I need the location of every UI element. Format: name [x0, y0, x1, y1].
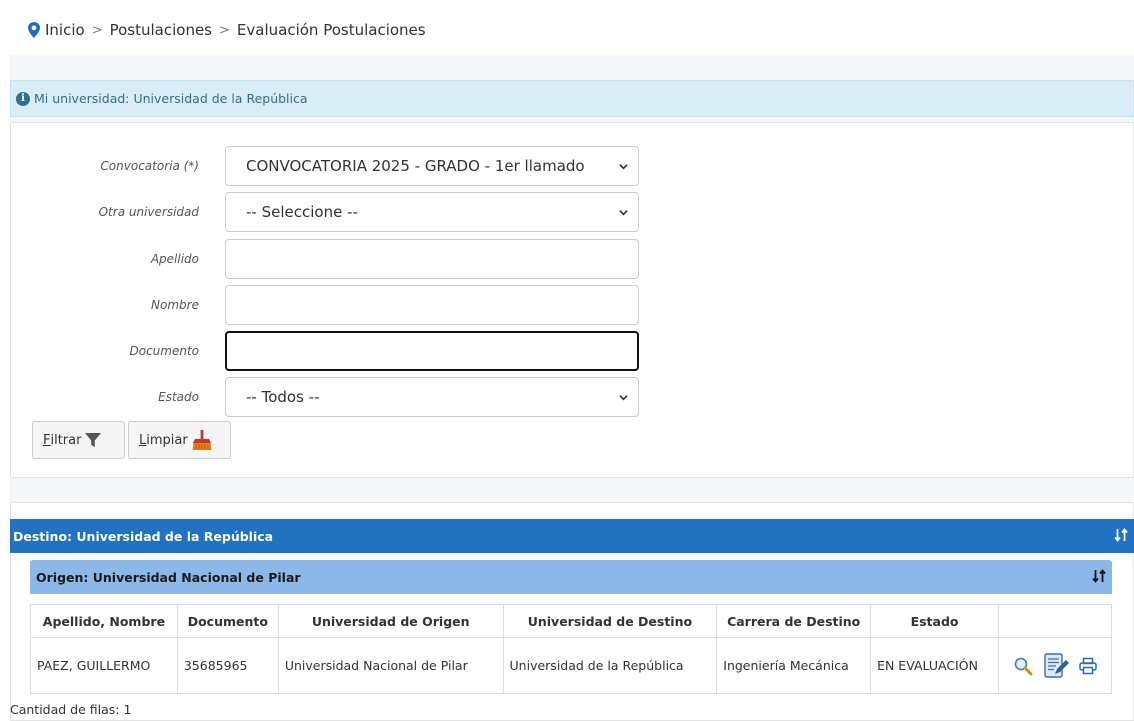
sort-icon[interactable] — [1092, 568, 1106, 584]
document-edit-icon[interactable] — [1043, 652, 1069, 679]
cell-apellido-nombre: PAEZ, GUILLERMO — [30, 637, 178, 694]
destino-title: Destino: Universidad de la República — [13, 528, 274, 544]
breadcrumb: Inicio > Postulaciones > Evaluación Post… — [10, 5, 1134, 55]
limpiar-button[interactable]: Limpiar — [128, 421, 231, 459]
postulaciones-table: Apellido, Nombre Documento Universidad d… — [30, 604, 1113, 694]
label-documento: Documento — [129, 344, 199, 358]
convocatoria-value: CONVOCATORIA 2025 - GRADO - 1er llamado — [246, 157, 585, 175]
chevron-down-icon — [619, 395, 628, 401]
breadcrumb-postulaciones[interactable]: Postulaciones — [110, 21, 212, 39]
col-universidad-origen: Universidad de Origen — [277, 604, 504, 638]
location-pin-icon — [28, 22, 40, 38]
row-apellido: Apellido — [11, 239, 1134, 279]
breadcrumb-separator: > — [219, 22, 230, 38]
label-nombre: Nombre — [151, 298, 199, 312]
filtrar-label: iltrar — [50, 432, 82, 448]
col-universidad-destino: Universidad de Destino — [502, 604, 718, 638]
col-estado: Estado — [870, 604, 999, 638]
col-apellido-nombre: Apellido, Nombre — [30, 604, 178, 638]
filter-funnel-icon — [85, 433, 102, 447]
col-carrera-destino: Carrera de Destino — [716, 604, 872, 638]
chevron-down-icon — [619, 210, 628, 216]
origen-header[interactable]: Origen: Universidad Nacional de Pilar — [30, 560, 1112, 594]
filter-panel: Convocatoria (*) CONVOCATORIA 2025 - GRA… — [10, 122, 1134, 478]
destino-header[interactable]: Destino: Universidad de la República — [10, 519, 1134, 553]
filtrar-button[interactable]: Filtrar — [32, 421, 125, 459]
chevron-down-icon — [619, 164, 628, 170]
cell-documento: 35685965 — [176, 637, 279, 694]
limpiar-accesskey: L — [139, 432, 147, 448]
row-documento: Documento — [11, 331, 1134, 371]
page: Inicio > Postulaciones > Evaluación Post… — [10, 5, 1134, 721]
label-estado: Estado — [158, 390, 199, 404]
nombre-input[interactable] — [225, 285, 639, 325]
row-nombre: Nombre — [11, 285, 1134, 325]
filtrar-accesskey: F — [43, 432, 51, 448]
otra-universidad-select[interactable]: -- Seleccione -- — [225, 192, 639, 232]
university-info-bar: i Mi universidad: Universidad de la Repú… — [10, 80, 1134, 117]
table-header-row: Apellido, Nombre Documento Universidad d… — [30, 604, 1113, 638]
otra-universidad-value: -- Seleccione -- — [246, 203, 358, 221]
label-otra-universidad: Otra universidad — [98, 205, 199, 219]
estado-select[interactable]: -- Todos -- — [225, 377, 639, 417]
cell-carrera-destino: Ingeniería Mecánica — [716, 637, 872, 694]
info-text: Mi universidad: Universidad de la Repúbl… — [34, 91, 308, 106]
row-otra-universidad: Otra universidad -- Seleccione -- — [11, 192, 1134, 232]
col-documento: Documento — [176, 604, 279, 638]
row-convocatoria: Convocatoria (*) CONVOCATORIA 2025 - GRA… — [11, 146, 1134, 186]
cell-universidad-destino: Universidad de la República — [502, 637, 718, 694]
table-row: PAEZ, GUILLERMO 35685965 Universidad Nac… — [30, 637, 1113, 694]
col-acciones — [997, 604, 1113, 638]
breadcrumb-evaluacion: Evaluación Postulaciones — [236, 21, 426, 39]
convocatoria-select[interactable]: CONVOCATORIA 2025 - GRADO - 1er llamado — [225, 146, 639, 186]
label-apellido: Apellido — [150, 252, 199, 266]
cell-universidad-origen: Universidad Nacional de Pilar — [277, 637, 504, 694]
magnifier-view-icon[interactable] — [1013, 656, 1033, 676]
label-convocatoria: Convocatoria (*) — [100, 159, 199, 173]
info-icon: i — [16, 91, 30, 106]
cell-acciones — [997, 637, 1113, 694]
row-count: Cantidad de filas: 1 — [10, 702, 132, 717]
documento-input[interactable] — [225, 331, 639, 371]
estado-value: -- Todos -- — [246, 388, 320, 406]
sort-icon[interactable] — [1114, 527, 1128, 543]
row-actions — [1005, 652, 1105, 679]
breadcrumb-inicio[interactable]: Inicio — [45, 21, 85, 39]
origen-title: Origen: Universidad Nacional de Pilar — [36, 569, 301, 585]
row-estado: Estado -- Todos -- — [11, 377, 1134, 417]
cell-estado: EN EVALUACIÓN — [870, 637, 999, 694]
broom-icon — [192, 430, 212, 450]
breadcrumb-separator: > — [91, 22, 103, 38]
printer-icon[interactable] — [1079, 657, 1097, 675]
apellido-input[interactable] — [225, 239, 639, 279]
limpiar-label: impiar — [146, 432, 188, 448]
